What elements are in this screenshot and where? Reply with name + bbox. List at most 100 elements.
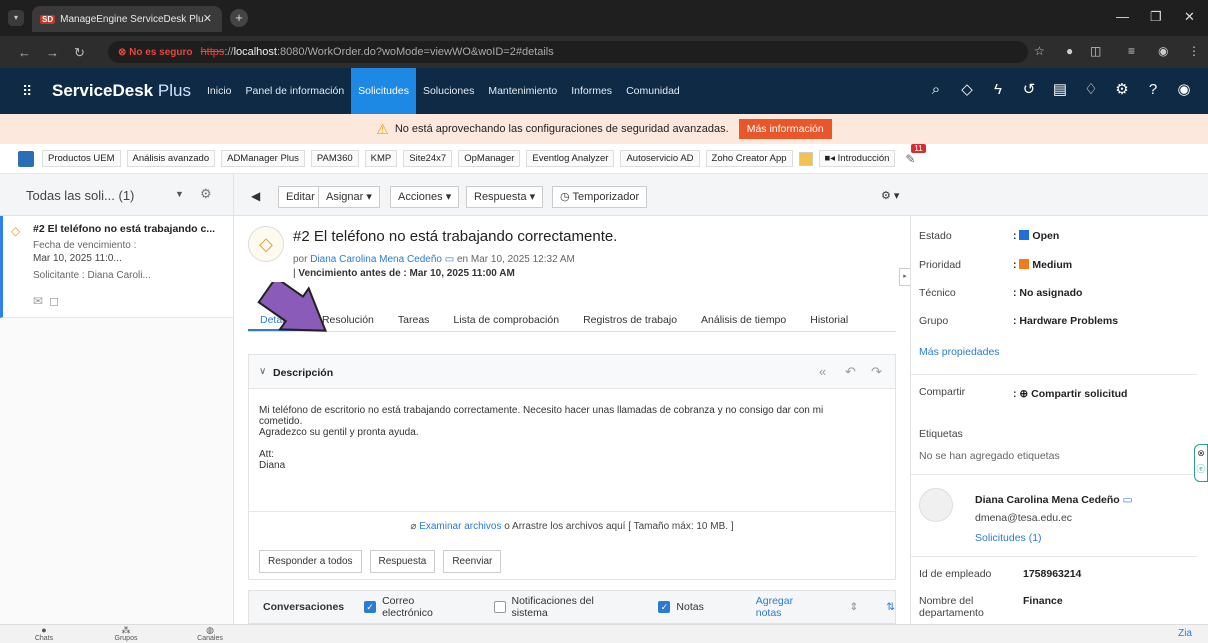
side-widget[interactable]: ⊗ ⓔ xyxy=(1194,444,1208,482)
status-value[interactable]: : Open xyxy=(1013,230,1059,242)
bookmark-item[interactable]: KMP xyxy=(364,150,398,167)
attachment-dropzone[interactable]: ⌀ Examinar archivos o Arrastre los archi… xyxy=(249,511,895,541)
history-icon[interactable]: ↺ xyxy=(1019,80,1039,100)
add-icon[interactable]: ◇ xyxy=(957,80,977,100)
list-item[interactable]: ◇ #2 El teléfono no está trabajando c...… xyxy=(0,216,233,318)
bookmark-star-icon[interactable]: ☆ xyxy=(1034,44,1045,58)
nav-item-0[interactable]: Inicio xyxy=(200,68,239,114)
reply-dropdown[interactable]: Respuesta ▾ xyxy=(466,186,544,208)
pin-icon[interactable]: ✎ 11 xyxy=(905,143,926,166)
browser-menu-icon[interactable]: ⋮ xyxy=(1188,44,1200,58)
actions-dropdown[interactable]: Acciones ▾ xyxy=(390,186,460,208)
bookmark-item[interactable]: Eventlog Analyzer xyxy=(526,150,615,167)
groups-button[interactable]: ⁂ Grupos xyxy=(106,626,146,643)
chat-icon[interactable]: ▭ xyxy=(445,254,454,265)
bookmark-item[interactable]: Autoservicio AD xyxy=(620,150,700,167)
channels-button[interactable]: ◍ Canales xyxy=(190,626,230,643)
bookmark-item[interactable]: ■◂ Introducción xyxy=(818,150,896,167)
notes-checkbox[interactable]: ✓ xyxy=(658,601,671,613)
zia-button[interactable]: Zia xyxy=(1178,628,1192,639)
bookmark-item[interactable]: Productos UEM xyxy=(42,150,121,167)
response-button-1[interactable]: Respuesta xyxy=(369,550,436,573)
copy-icon[interactable]: ◻ xyxy=(49,294,65,308)
requester-name[interactable]: Diana Carolina Mena Cedeño ▭ xyxy=(975,494,1133,506)
response-button-2[interactable]: Reenviar xyxy=(443,550,502,573)
bookmark-item[interactable]: PAM360 xyxy=(310,150,359,167)
user-avatar-icon[interactable]: ◉ xyxy=(1174,80,1194,100)
view-settings-icon[interactable]: ⚙ ▾ xyxy=(874,186,906,208)
back-icon[interactable]: ← xyxy=(18,45,31,60)
tab-search-icon[interactable]: ▾ xyxy=(8,10,24,26)
apps-grid-icon[interactable]: ⠿ xyxy=(22,83,32,100)
reload-icon[interactable]: ↻ xyxy=(74,45,85,61)
mail-icon[interactable]: ✉ xyxy=(33,294,49,308)
minimize-icon[interactable]: — xyxy=(1116,9,1129,24)
extensions-icon[interactable]: ◫ xyxy=(1090,44,1101,58)
more-info-button[interactable]: Más información xyxy=(738,119,832,139)
description-header[interactable]: ∨ Descripción « ↶ ↷ xyxy=(249,355,895,389)
chat-icon[interactable]: ▭ xyxy=(1123,494,1133,506)
list-settings-icon[interactable]: ⚙ xyxy=(200,186,212,202)
media-icon[interactable]: ≡ xyxy=(1128,44,1135,58)
group-value[interactable]: : Hardware Problems xyxy=(1013,315,1118,327)
requester-requests-link[interactable]: Solicitudes (1) xyxy=(975,532,1042,544)
tab-6[interactable]: Historial xyxy=(798,304,860,331)
tab-2[interactable]: Tareas xyxy=(386,304,442,331)
expand-icon[interactable]: ⇅ xyxy=(886,601,895,613)
bookmark-item[interactable]: Site24x7 xyxy=(403,150,453,167)
profile-avatar[interactable]: ◉ xyxy=(1158,44,1168,58)
forward-icon[interactable]: → xyxy=(46,45,59,60)
nav-item-3[interactable]: Soluciones xyxy=(416,68,481,114)
reply-all-icon[interactable]: « xyxy=(819,364,826,379)
bookmark-launcher-icon[interactable] xyxy=(18,150,34,167)
bookmark-item[interactable]: ADManager Plus xyxy=(221,150,305,167)
priority-value[interactable]: : Medium xyxy=(1013,259,1072,271)
tab-3[interactable]: Lista de comprobación xyxy=(441,304,571,331)
bookmark-item[interactable]: Zoho Creator App xyxy=(705,150,793,167)
close-window-icon[interactable]: ✕ xyxy=(1184,9,1195,25)
assign-dropdown[interactable]: Asignar ▾ xyxy=(318,186,380,208)
nav-item-4[interactable]: Mantenimiento xyxy=(481,68,564,114)
add-notes-link[interactable]: Agregar notas xyxy=(756,595,822,619)
brand-logo[interactable]: ServiceDesk Plus xyxy=(52,81,191,101)
tab-5[interactable]: Análisis de tiempo xyxy=(689,304,798,331)
email-checkbox[interactable]: ✓ xyxy=(364,601,377,613)
list-item-title[interactable]: #2 El teléfono no está trabajando c... xyxy=(33,223,228,235)
nav-item-1[interactable]: Panel de información xyxy=(239,68,352,114)
edge-icon[interactable]: ⓔ xyxy=(1195,461,1207,477)
tab-4[interactable]: Registros de trabajo xyxy=(571,304,689,331)
url-field[interactable]: ⊗ No es seguro https://localhost:8080/Wo… xyxy=(108,41,1028,63)
browse-files-link[interactable]: Examinar archivos xyxy=(419,521,501,532)
close-tab-icon[interactable]: ✕ xyxy=(203,12,212,25)
close-widget-icon[interactable]: ⊗ xyxy=(1195,445,1207,461)
restore-icon[interactable]: ❐ xyxy=(1150,9,1162,25)
list-view-selector[interactable]: Todas las soli... (1) xyxy=(26,188,134,203)
response-button-0[interactable]: Responder a todos xyxy=(259,550,362,573)
extension-icon[interactable]: ● xyxy=(1066,44,1073,58)
back-arrow-icon[interactable]: ◀ xyxy=(244,186,267,208)
reply-icon[interactable]: ↶ xyxy=(845,364,856,380)
chevron-down-icon[interactable]: ∨ xyxy=(259,366,266,377)
nav-item-2[interactable]: Solicitudes xyxy=(351,68,416,114)
gear-icon[interactable]: ⚙ xyxy=(1112,80,1132,100)
notes-icon[interactable]: ▤ xyxy=(1050,80,1070,100)
not-secure-badge[interactable]: ⊗ No es seguro xyxy=(118,47,193,58)
bell-icon[interactable]: ♢ xyxy=(1081,80,1101,100)
technician-value[interactable]: : No asignado xyxy=(1013,287,1082,299)
sort-icon[interactable]: ⇕ xyxy=(849,601,858,613)
timer-button[interactable]: ◷ Temporizador xyxy=(552,186,648,208)
help-icon[interactable]: ? xyxy=(1143,80,1163,100)
forward-icon[interactable]: ↷ xyxy=(871,364,882,380)
new-tab-button[interactable]: + xyxy=(230,9,248,27)
chats-button[interactable]: ● Chats xyxy=(24,626,64,643)
system-notifications-checkbox[interactable] xyxy=(493,601,506,613)
notes-bookmark-icon[interactable] xyxy=(798,151,813,166)
bookmark-item[interactable]: Análisis avanzado xyxy=(126,150,216,167)
nav-item-6[interactable]: Comunidad xyxy=(619,68,687,114)
share-request-button[interactable]: : ⊕ Compartir solicitud xyxy=(1013,388,1127,400)
browser-tab[interactable]: SD ManageEngine ServiceDesk Plu ✕ xyxy=(32,6,222,32)
search-icon[interactable]: ⌕ xyxy=(926,80,946,100)
requester-link[interactable]: Diana Carolina Mena Cedeño xyxy=(310,254,442,265)
quick-actions-icon[interactable]: ϟ xyxy=(988,80,1008,100)
nav-item-5[interactable]: Informes xyxy=(564,68,619,114)
